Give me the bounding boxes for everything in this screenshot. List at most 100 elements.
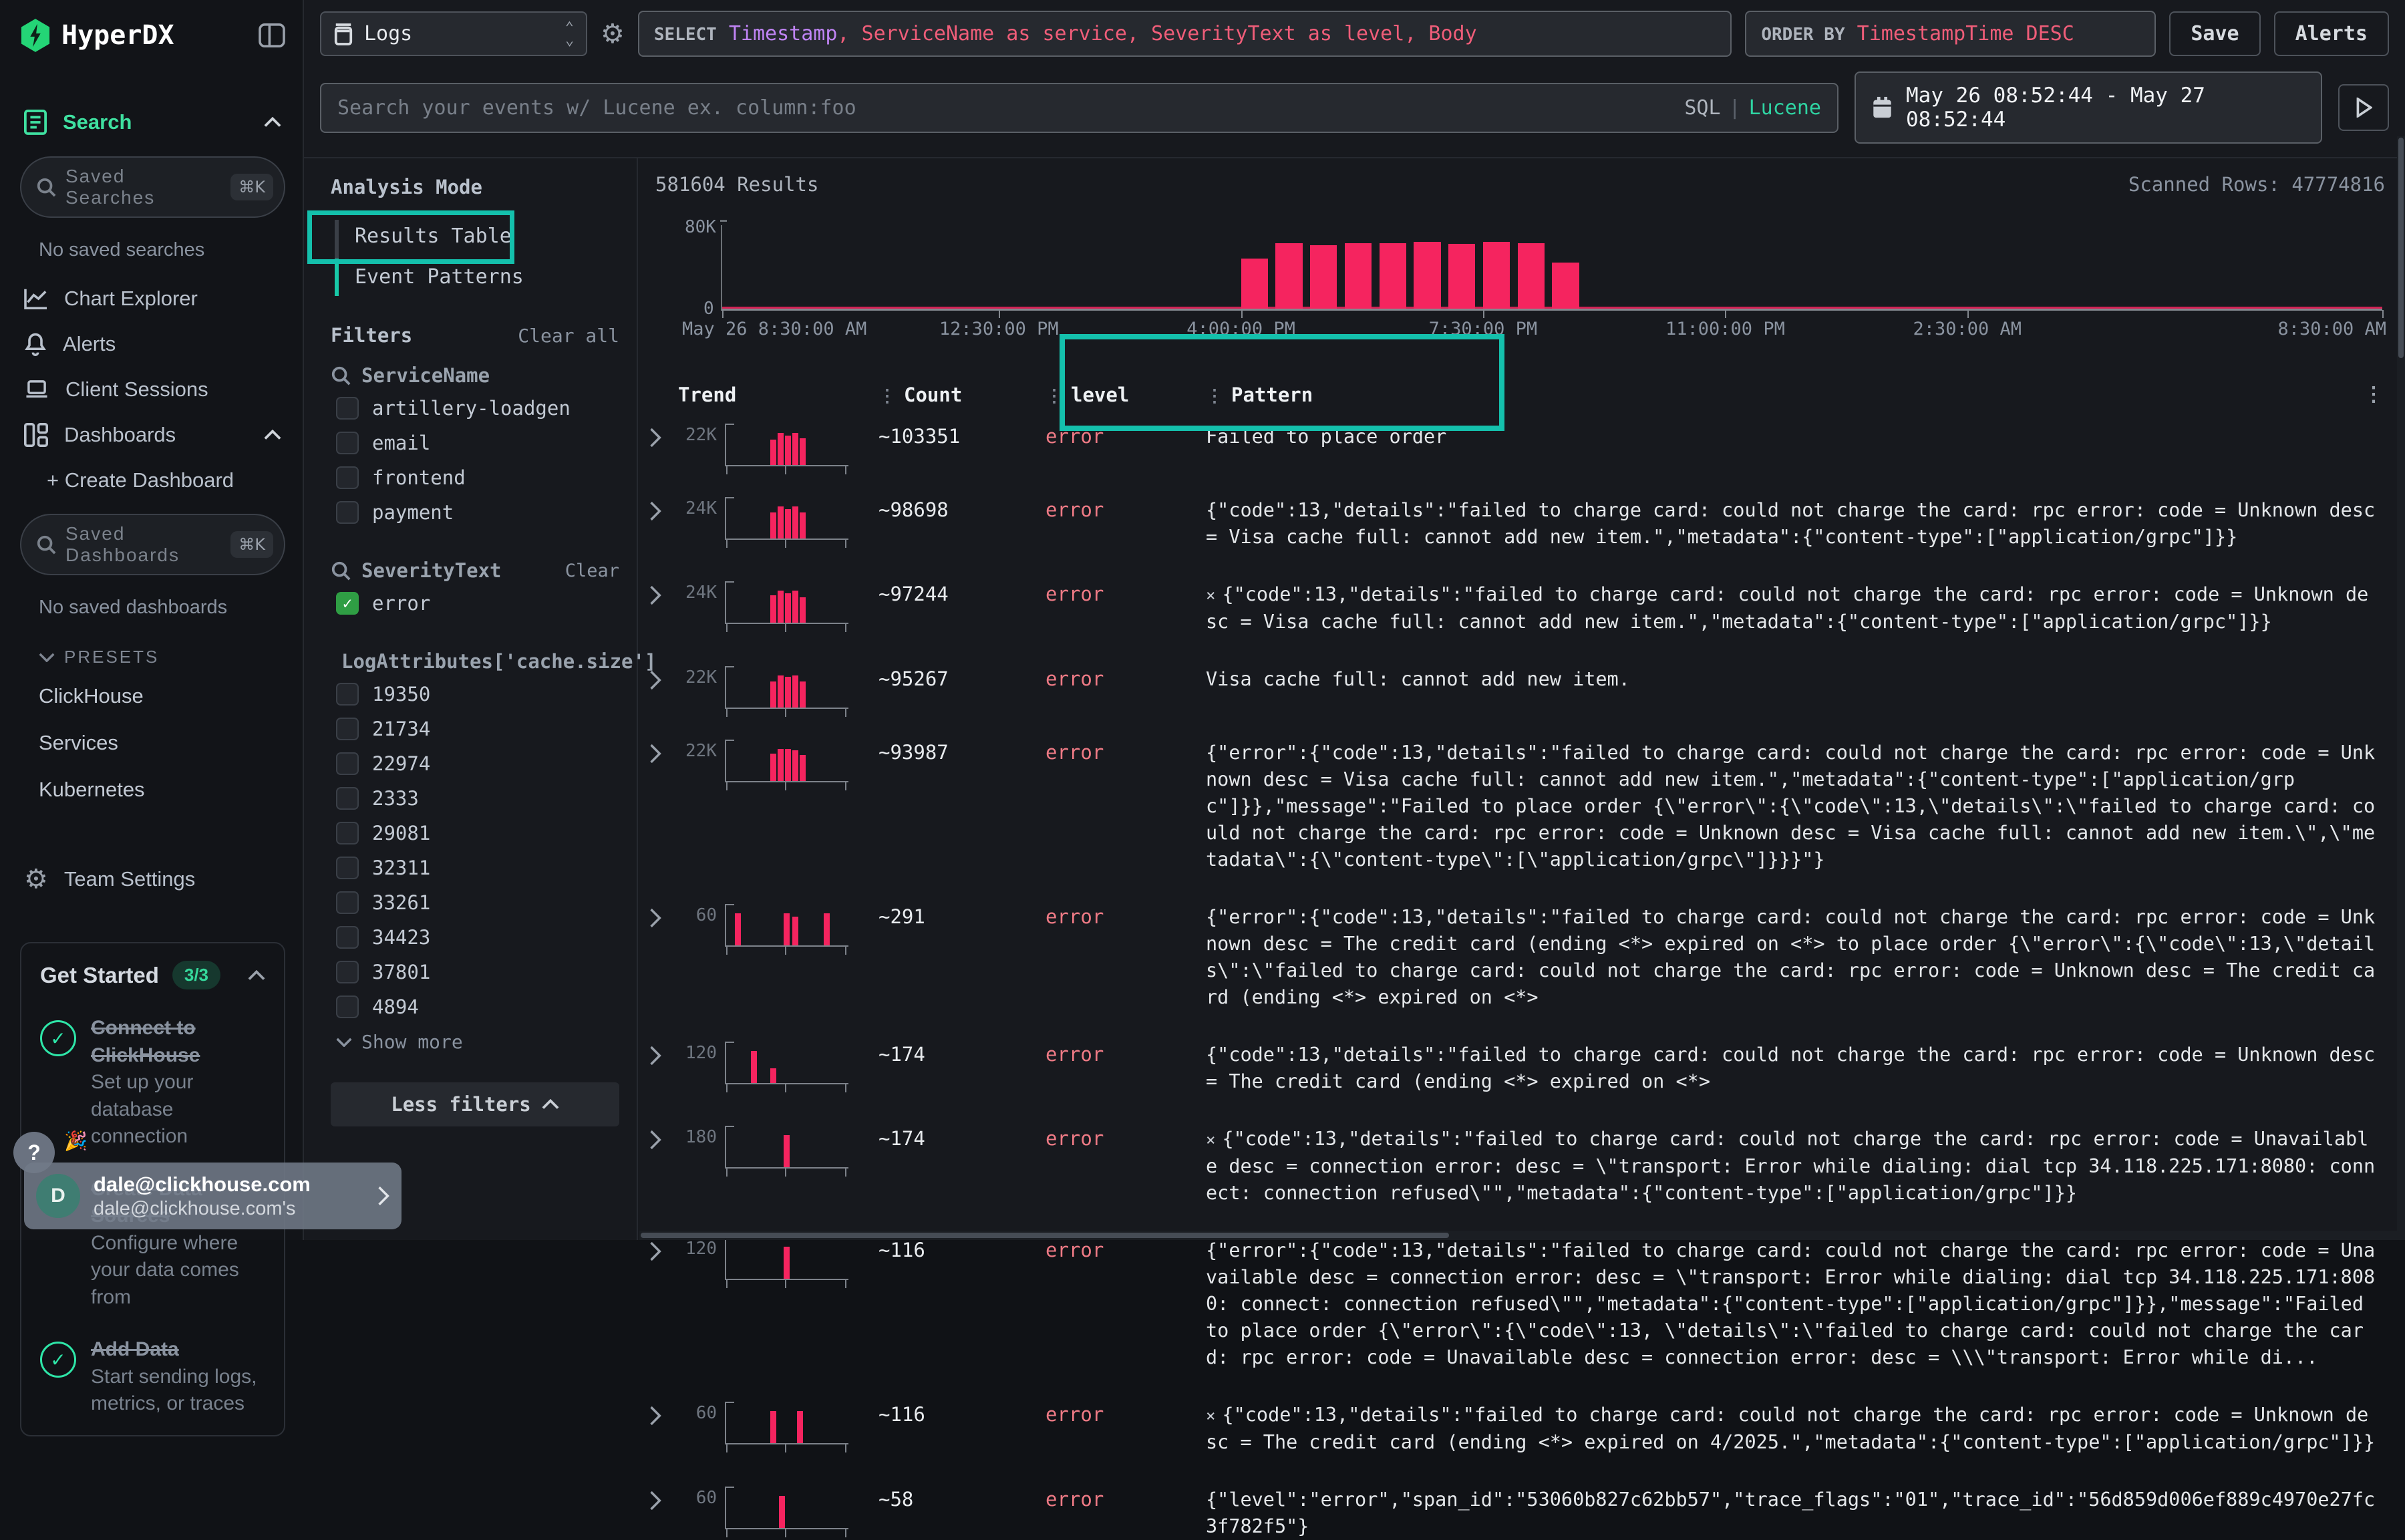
filter-group-clear-link[interactable]: Clear: [565, 561, 619, 581]
table-row[interactable]: 60~116error×{"code":13,"details":"failed…: [649, 1402, 2396, 1456]
histogram-bar[interactable]: [1380, 243, 1406, 309]
pattern-cell[interactable]: {"code":13,"details":"failed to charge c…: [1206, 1042, 2396, 1095]
get-started-item[interactable]: ✓Add DataStart sending logs, metrics, or…: [40, 1336, 265, 1418]
histogram-bar[interactable]: [1483, 242, 1510, 309]
chevron-up-icon[interactable]: [248, 970, 265, 981]
pattern-cell[interactable]: {"error":{"code":13,"details":"failed to…: [1206, 904, 2396, 1011]
pattern-cell[interactable]: Visa cache full: cannot add new item.: [1206, 666, 2396, 693]
table-row[interactable]: 22K~95267errorVisa cache full: cannot ad…: [649, 666, 2396, 709]
filter-checkbox-row[interactable]: 2333: [331, 781, 619, 816]
pattern-dismiss-icon[interactable]: ×: [1206, 1130, 1215, 1149]
create-dashboard-button[interactable]: + Create Dashboard: [20, 458, 285, 503]
sidebar-item-alerts[interactable]: Alerts: [20, 321, 285, 367]
presets-toggle[interactable]: PRESETS: [20, 633, 285, 673]
horizontal-scrollbar[interactable]: [639, 1231, 2397, 1240]
filter-checkbox-row[interactable]: email: [331, 426, 619, 460]
vertical-scrollbar[interactable]: [2397, 136, 2405, 1240]
sidebar-item-chart-explorer[interactable]: Chart Explorer: [20, 276, 285, 321]
pattern-cell[interactable]: {"error":{"code":13,"details":"failed to…: [1206, 1237, 2396, 1371]
table-row[interactable]: 60~58error{"level":"error","span_id":"53…: [649, 1487, 2396, 1540]
table-row[interactable]: 60~291error{"error":{"code":13,"details"…: [649, 904, 2396, 1011]
saved-searches-input[interactable]: Saved Searches ⌘K: [20, 156, 285, 218]
drag-handle-icon[interactable]: ⋮: [1206, 386, 1222, 406]
order-by-editor[interactable]: ORDER BY TimestampTime DESC: [1745, 11, 2156, 57]
row-expander-chevron-icon[interactable]: [649, 1126, 678, 1152]
checkbox[interactable]: [336, 995, 359, 1018]
histogram-bar[interactable]: [1414, 242, 1440, 309]
sidebar-item-preset-services[interactable]: Services: [20, 720, 285, 766]
saved-dashboards-input[interactable]: Saved Dashboards ⌘K: [20, 514, 285, 575]
checkbox-checked[interactable]: ✓: [336, 592, 359, 615]
pattern-cell[interactable]: ×{"code":13,"details":"failed to charge …: [1206, 581, 2396, 635]
table-row[interactable]: 22K~103351errorFailed to place order: [649, 424, 2396, 466]
scrollbar-thumb[interactable]: [2398, 138, 2404, 358]
alerts-button[interactable]: Alerts: [2274, 11, 2389, 56]
column-header-count[interactable]: ⋮Count: [878, 383, 1046, 406]
row-expander-chevron-icon[interactable]: [649, 497, 678, 524]
filter-checkbox-row[interactable]: 19350: [331, 677, 619, 712]
filter-checkbox-row[interactable]: frontend: [331, 460, 619, 495]
row-expander-chevron-icon[interactable]: [649, 581, 678, 608]
table-row[interactable]: 24K~98698error{"code":13,"details":"fail…: [649, 497, 2396, 551]
row-expander-chevron-icon[interactable]: [649, 1487, 678, 1513]
pattern-dismiss-icon[interactable]: ×: [1206, 586, 1215, 605]
checkbox[interactable]: [336, 397, 359, 420]
drag-handle-icon[interactable]: ⋮: [878, 386, 895, 406]
table-row[interactable]: 22K~93987error{"error":{"code":13,"detai…: [649, 740, 2396, 873]
sidebar-item-preset-clickhouse[interactable]: ClickHouse: [20, 673, 285, 720]
table-row[interactable]: 120~116error{"error":{"code":13,"details…: [649, 1237, 2396, 1371]
row-expander-chevron-icon[interactable]: [649, 1237, 678, 1264]
checkbox[interactable]: [336, 683, 359, 706]
filter-checkbox-row[interactable]: 4894: [331, 989, 619, 1024]
lang-toggle-lucene[interactable]: Lucene: [1749, 96, 1821, 120]
row-expander-chevron-icon[interactable]: [649, 740, 678, 766]
row-expander-chevron-icon[interactable]: [649, 666, 678, 693]
checkbox[interactable]: [336, 787, 359, 810]
source-settings-gear-icon[interactable]: ⚙: [601, 19, 625, 49]
table-row[interactable]: 120~174error{"code":13,"details":"failed…: [649, 1042, 2396, 1095]
checkbox[interactable]: [336, 501, 359, 524]
histogram-bar[interactable]: [1275, 243, 1302, 309]
source-select[interactable]: Logs ⌃⌃: [320, 11, 587, 56]
histogram-bar[interactable]: [1552, 263, 1579, 309]
histogram-bar[interactable]: [1345, 243, 1372, 309]
sql-select-editor[interactable]: SELECT Timestamp, ServiceName as service…: [638, 11, 1732, 57]
checkbox[interactable]: [336, 466, 359, 489]
user-menu[interactable]: D dale@clickhouse.com dale@clickhouse.co…: [24, 1163, 402, 1229]
histogram-bar[interactable]: [1310, 245, 1337, 309]
checkbox[interactable]: [336, 432, 359, 454]
show-more-link[interactable]: Show more: [331, 1024, 619, 1053]
checkbox[interactable]: [336, 718, 359, 740]
event-search-input[interactable]: Search your events w/ Lucene ex. column:…: [320, 83, 1838, 133]
checkbox[interactable]: [336, 961, 359, 983]
pattern-cell[interactable]: {"level":"error","span_id":"53060b827c62…: [1206, 1487, 2396, 1540]
checkbox[interactable]: [336, 822, 359, 844]
row-expander-chevron-icon[interactable]: [649, 904, 678, 931]
pattern-cell[interactable]: Failed to place order: [1206, 424, 2396, 450]
sidebar-item-client-sessions[interactable]: Client Sessions: [20, 367, 285, 412]
histogram-bar[interactable]: [1518, 243, 1545, 309]
filter-checkbox-row[interactable]: 33261: [331, 885, 619, 920]
checkbox[interactable]: [336, 752, 359, 775]
results-histogram[interactable]: 80K 0 May 26 8:30:00 AM12:30:00 PM4:00:0…: [662, 213, 2389, 340]
sidebar-collapse-icon[interactable]: [259, 23, 285, 47]
checkbox[interactable]: [336, 891, 359, 914]
filter-checkbox-row[interactable]: 32311: [331, 851, 619, 885]
date-range-picker[interactable]: May 26 08:52:44 - May 27 08:52:44: [1855, 71, 2322, 144]
histogram-bar[interactable]: [1448, 244, 1475, 309]
column-header-trend[interactable]: Trend: [678, 383, 878, 406]
row-expander-chevron-icon[interactable]: [649, 1402, 678, 1428]
table-menu-kebab-icon[interactable]: ⋮: [2358, 383, 2396, 406]
pattern-cell[interactable]: {"code":13,"details":"failed to charge c…: [1206, 497, 2396, 551]
column-header-level[interactable]: ⋮level: [1046, 383, 1206, 406]
scrollbar-thumb[interactable]: [641, 1233, 1449, 1238]
mode-results-table[interactable]: Results Table: [345, 216, 619, 257]
lang-toggle-sql[interactable]: SQL: [1684, 96, 1720, 120]
filter-checkbox-row[interactable]: 29081: [331, 816, 619, 851]
less-filters-button[interactable]: Less filters: [331, 1082, 619, 1126]
filter-checkbox-row[interactable]: 22974: [331, 746, 619, 781]
row-expander-chevron-icon[interactable]: [649, 424, 678, 450]
filter-checkbox-row[interactable]: 34423: [331, 920, 619, 955]
clear-all-filters-link[interactable]: Clear all: [518, 325, 619, 347]
checkbox[interactable]: [336, 926, 359, 949]
